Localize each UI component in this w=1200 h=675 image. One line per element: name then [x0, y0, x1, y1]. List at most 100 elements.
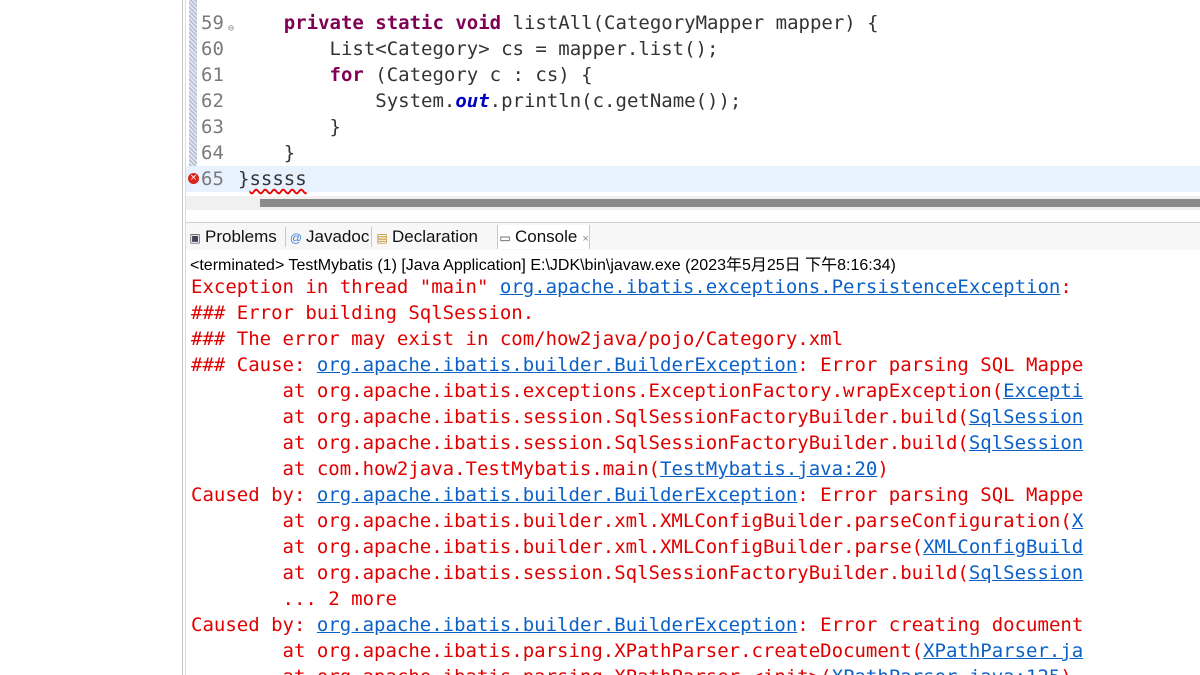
line-number: 60 [201, 38, 224, 60]
console-line: at org.apache.ibatis.session.SqlSessionF… [191, 404, 1084, 430]
line-number: 61 [201, 64, 224, 86]
console-text: at org.apache.ibatis.builder.xml.XMLConf… [191, 510, 1072, 532]
stack-trace-link[interactable]: org.apache.ibatis.exceptions.Persistence… [500, 276, 1061, 298]
code-line[interactable]: 60 List<Category> cs = mapper.list(); [186, 36, 1200, 62]
console-line: at org.apache.ibatis.session.SqlSessionF… [191, 560, 1084, 586]
tab-label: Declaration [392, 227, 478, 246]
console-text: at org.apache.ibatis.session.SqlSessionF… [191, 562, 969, 584]
code-line[interactable]: 62 System.out.println(c.getName()); [186, 88, 1200, 114]
tab-console[interactable]: ▭ Console × [497, 225, 590, 249]
stack-trace-link[interactable]: Excepti [1003, 380, 1083, 402]
console-line: at org.apache.ibatis.builder.xml.XMLConf… [191, 508, 1084, 534]
console-line: ### The error may exist in com/how2java/… [191, 326, 843, 352]
code-line[interactable]: 59 ⊖ private static void listAll(Category… [186, 10, 1200, 36]
console-text: : Error parsing SQL Mappe [797, 354, 1084, 376]
line-number: 64 [201, 142, 224, 164]
console-line: at org.apache.ibatis.builder.xml.XMLConf… [191, 534, 1084, 560]
console-text: at org.apache.ibatis.parsing.XPathParser… [191, 666, 832, 675]
code-token: } [238, 116, 341, 138]
code-line[interactable]: × 65}sssss [186, 166, 1200, 192]
console-line: Caused by: org.apache.ibatis.builder.Bui… [191, 482, 1083, 508]
tab-separator [371, 227, 372, 247]
stack-trace-link[interactable]: org.apache.ibatis.builder.BuilderExcepti… [317, 614, 797, 636]
stack-trace-link[interactable]: SqlSession [969, 432, 1083, 454]
tab-label: Javadoc [306, 227, 370, 246]
code-text: List<Category> cs = mapper.list(); [238, 36, 719, 62]
code-token: private static void [283, 12, 502, 34]
code-line[interactable]: 63 } [186, 114, 1200, 140]
console-line: at org.apache.ibatis.parsing.XPathParser… [191, 664, 1072, 675]
console-text: ) [877, 458, 889, 480]
console-line: at org.apache.ibatis.session.SqlSessionF… [191, 430, 1084, 456]
code-line[interactable]: 61 for (Category c : cs) { [186, 62, 1200, 88]
tab-label: Console [515, 227, 578, 246]
code-text: private static void listAll(CategoryMapp… [238, 10, 879, 36]
console-text: Caused by: [191, 614, 317, 636]
stack-trace-link[interactable]: SqlSession [969, 406, 1083, 428]
console-text: : Error parsing SQL Mappe [797, 484, 1084, 506]
code-text: } [238, 114, 341, 140]
code-text: } [238, 140, 295, 166]
code-text: System.out.println(c.getName()); [238, 88, 741, 114]
line-number: 62 [201, 90, 224, 112]
close-icon[interactable]: × [582, 233, 588, 245]
stack-trace-link[interactable]: org.apache.ibatis.builder.BuilderExcepti… [317, 354, 797, 376]
code-token: (Category c : cs) { [363, 64, 593, 86]
editor-horizontal-scrollbar[interactable] [186, 196, 1200, 210]
code-token: listAll(CategoryMapper mapper) { [501, 12, 879, 34]
code-token: } [238, 168, 250, 190]
code-token: List<Category> cs = mapper.list(); [238, 38, 719, 60]
line-number: 59 [201, 12, 224, 34]
console-status: <terminated> TestMybatis (1) [Java Appli… [190, 257, 896, 274]
javadoc-icon: @ [289, 231, 303, 245]
console-line: ### Cause: org.apache.ibatis.builder.Bui… [191, 352, 1083, 378]
console-text: ### Error building SqlSession. [191, 302, 535, 324]
code-token: out [455, 90, 490, 112]
code-editor[interactable]: 59 ⊖ private static void listAll(Category… [186, 0, 1200, 218]
console-text: at org.apache.ibatis.session.SqlSessionF… [191, 432, 969, 454]
console-line: Exception in thread "main" org.apache.ib… [191, 274, 1083, 300]
console-line: at org.apache.ibatis.exceptions.Exceptio… [191, 378, 1084, 404]
console-line: at org.apache.ibatis.parsing.XPathParser… [191, 638, 1084, 664]
line-number: 63 [201, 116, 224, 138]
view-tab-bar: ▣ Problems @ Javadoc ▤ Declaration ▭ Console × [186, 222, 1200, 250]
console-text: ### The error may exist in com/how2java/… [191, 328, 844, 350]
stack-trace-link[interactable]: XPathParser.ja [923, 640, 1083, 662]
tab-separator [285, 227, 286, 247]
declaration-icon: ▤ [376, 231, 388, 245]
code-token: sssss [249, 168, 307, 190]
code-token: } [238, 142, 296, 164]
tab-declaration[interactable]: ▤ Declaration [375, 225, 478, 249]
code-token: .println(c.getName()); [489, 90, 742, 112]
tab-javadoc[interactable]: @ Javadoc [289, 225, 369, 249]
console-text: at org.apache.ibatis.parsing.XPathParser… [191, 640, 924, 662]
stack-trace-link[interactable]: X [1072, 510, 1083, 532]
code-token: for [329, 64, 364, 86]
code-text: for (Category c : cs) { [238, 62, 593, 88]
error-marker-icon[interactable]: × [188, 173, 199, 184]
console-text: at org.apache.ibatis.builder.xml.XMLConf… [191, 536, 924, 558]
console-line: at com.how2java.TestMybatis.main(TestMyb… [191, 456, 889, 482]
stack-trace-link[interactable]: XPathParser.java:125 [832, 666, 1061, 675]
console-text: ### Cause: [191, 354, 317, 376]
stack-trace-link[interactable]: TestMybatis.java:20 [660, 458, 877, 480]
stack-trace-link[interactable]: SqlSession [969, 562, 1083, 584]
console-text: ) [1060, 666, 1071, 675]
console-text: at com.how2java.TestMybatis.main( [191, 458, 661, 480]
console-output[interactable]: Exception in thread "main" org.apache.ib… [186, 274, 1200, 675]
code-text: }sssss [238, 166, 307, 192]
problems-icon: ▣ [189, 231, 201, 245]
code-token: System. [238, 90, 456, 112]
scrollbar-thumb[interactable] [260, 199, 1200, 207]
console-text: : Error creating document [797, 614, 1084, 636]
console-icon: ▭ [499, 231, 511, 245]
console-text: Caused by: [191, 484, 317, 506]
tab-problems[interactable]: ▣ Problems [188, 225, 276, 249]
stack-trace-link[interactable]: org.apache.ibatis.builder.BuilderExcepti… [317, 484, 797, 506]
pane-divider [182, 0, 183, 675]
code-line[interactable]: 64 } [186, 140, 1200, 166]
stack-trace-link[interactable]: XMLConfigBuild [923, 536, 1083, 558]
console-text: : [1060, 276, 1084, 298]
